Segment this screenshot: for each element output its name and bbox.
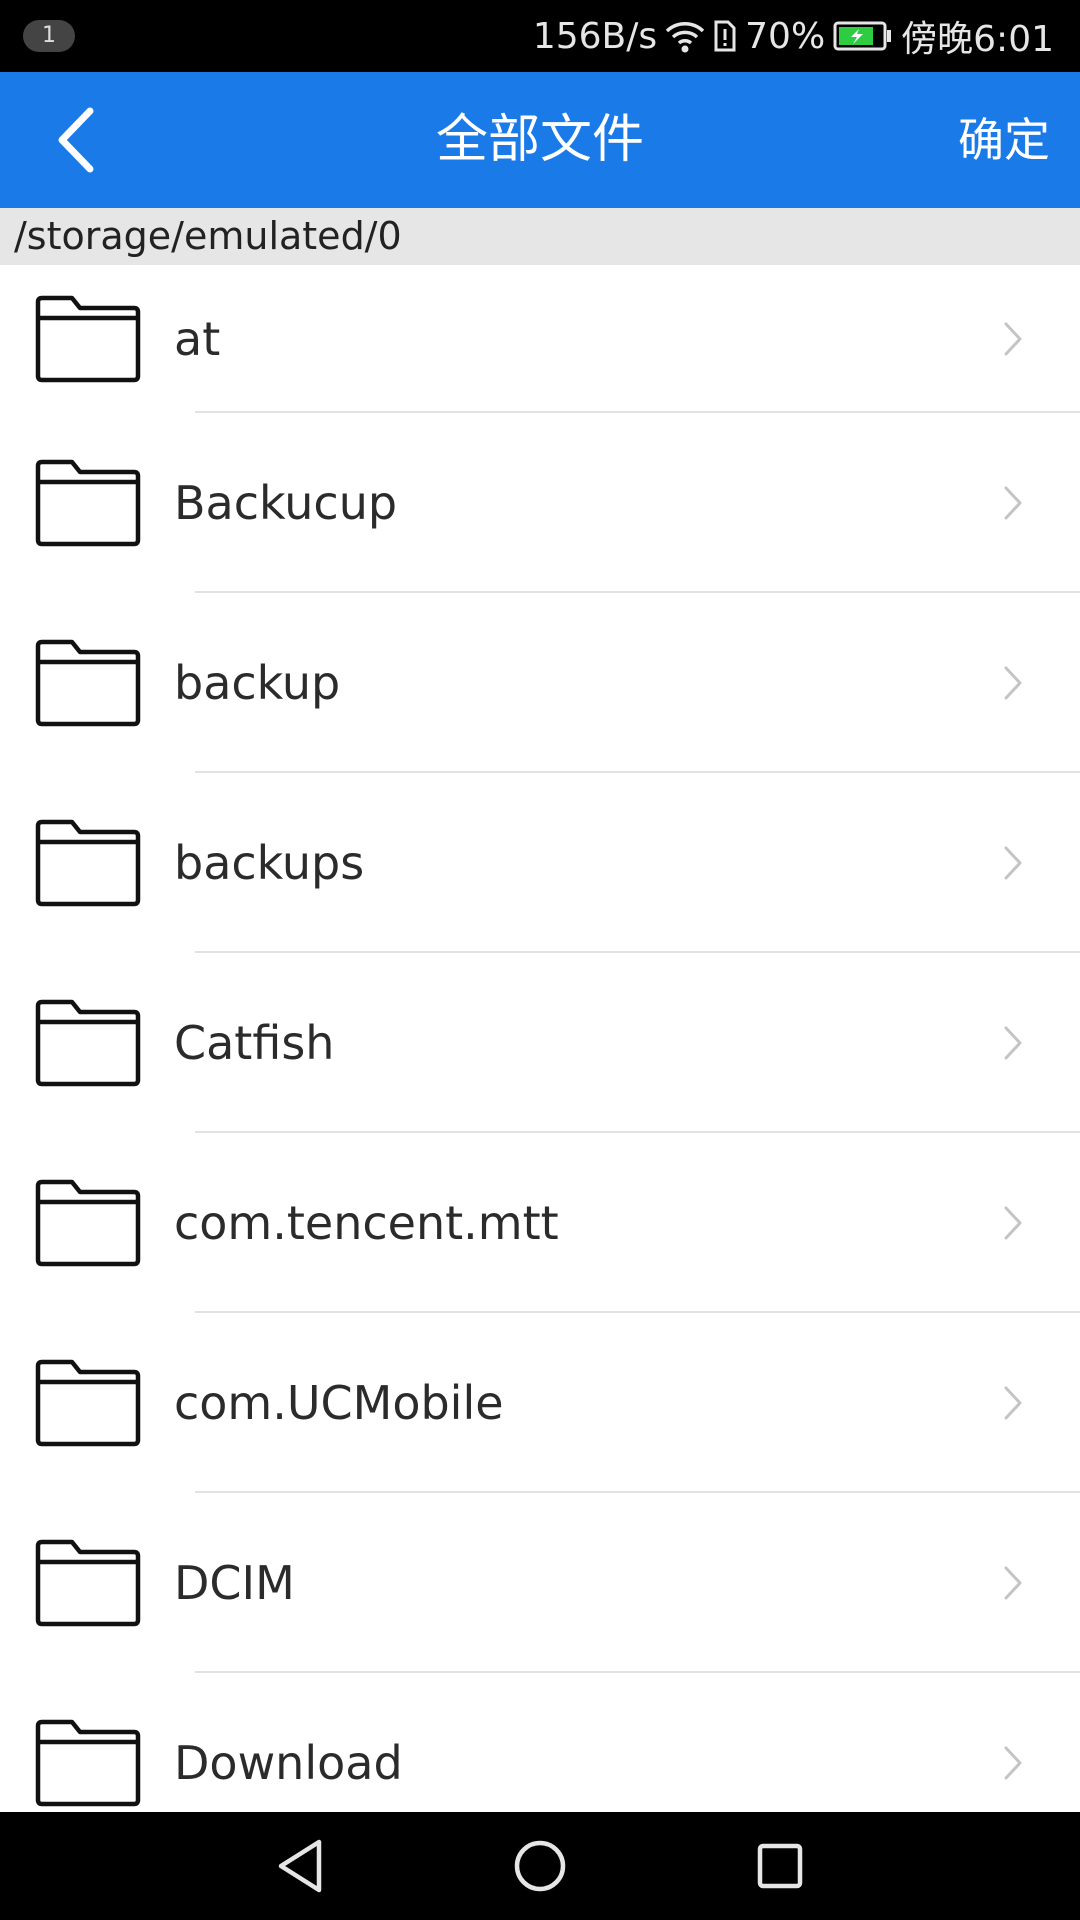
back-triangle-icon <box>278 1839 322 1893</box>
chevron-right-icon <box>1004 1026 1022 1060</box>
folder-icon <box>35 295 141 383</box>
file-list: at Backucup backup backups Catfish com.tencen… <box>0 265 1080 1812</box>
folder-row[interactable]: Catfish <box>0 953 1080 1133</box>
folder-icon <box>35 1179 141 1267</box>
folder-icon <box>35 1719 141 1807</box>
page-title: 全部文件 <box>435 110 644 170</box>
recents-square-icon <box>757 1843 803 1889</box>
status-time: 傍晚6:01 <box>901 19 1054 60</box>
folder-icon <box>35 639 141 727</box>
confirm-button[interactable]: 确定 <box>958 72 1050 208</box>
folder-icon <box>35 1359 141 1447</box>
chevron-right-icon <box>1004 1206 1022 1240</box>
wifi-icon <box>665 19 705 53</box>
chevron-right-icon <box>1004 666 1022 700</box>
folder-row[interactable]: com.tencent.mtt <box>0 1133 1080 1313</box>
status-bar: 1 156B/s 70% 傍晚6:01 <box>0 0 1080 72</box>
folder-name: Download <box>174 1736 403 1790</box>
nav-recents-button[interactable] <box>748 1834 812 1898</box>
folder-name: backup <box>174 656 341 710</box>
chevron-right-icon <box>1004 486 1022 520</box>
folder-row[interactable]: com.UCMobile <box>0 1313 1080 1493</box>
chevron-right-icon <box>1004 322 1022 356</box>
folder-icon <box>35 1539 141 1627</box>
current-path: /storage/emulated/0 <box>0 208 1080 265</box>
chevron-right-icon <box>1004 1566 1022 1600</box>
chevron-right-icon <box>1004 1746 1022 1780</box>
folder-row[interactable]: backup <box>0 593 1080 773</box>
home-circle-icon <box>514 1840 566 1892</box>
folder-icon <box>35 999 141 1087</box>
folder-row[interactable]: Download <box>0 1673 1080 1812</box>
folder-row[interactable]: DCIM <box>0 1493 1080 1673</box>
folder-name: Catfish <box>174 1016 335 1070</box>
folder-name: com.UCMobile <box>174 1376 504 1430</box>
nav-home-button[interactable] <box>508 1834 572 1898</box>
sim-alert-icon <box>713 19 737 53</box>
app-header: 全部文件 确定 <box>0 72 1080 208</box>
folder-name: at <box>174 312 221 366</box>
status-indicators: 156B/s 70% 傍晚6:01 <box>533 0 1054 72</box>
folder-name: DCIM <box>174 1556 295 1610</box>
folder-row[interactable]: at <box>0 265 1080 413</box>
chevron-right-icon <box>1004 846 1022 880</box>
folder-icon <box>35 819 141 907</box>
notification-count-badge: 1 <box>23 20 75 52</box>
folder-icon <box>35 459 141 547</box>
folder-name: Backucup <box>174 476 398 530</box>
chevron-right-icon <box>1004 1386 1022 1420</box>
network-speed: 156B/s <box>532 15 658 57</box>
nav-back-button[interactable] <box>268 1834 332 1898</box>
folder-name: backups <box>174 836 365 890</box>
folder-name: com.tencent.mtt <box>174 1196 559 1250</box>
battery-charging-icon <box>833 21 893 51</box>
folder-row[interactable]: backups <box>0 773 1080 953</box>
folder-row[interactable]: Backucup <box>0 413 1080 593</box>
system-nav-bar <box>0 1812 1080 1920</box>
battery-percent: 70% <box>745 15 826 57</box>
